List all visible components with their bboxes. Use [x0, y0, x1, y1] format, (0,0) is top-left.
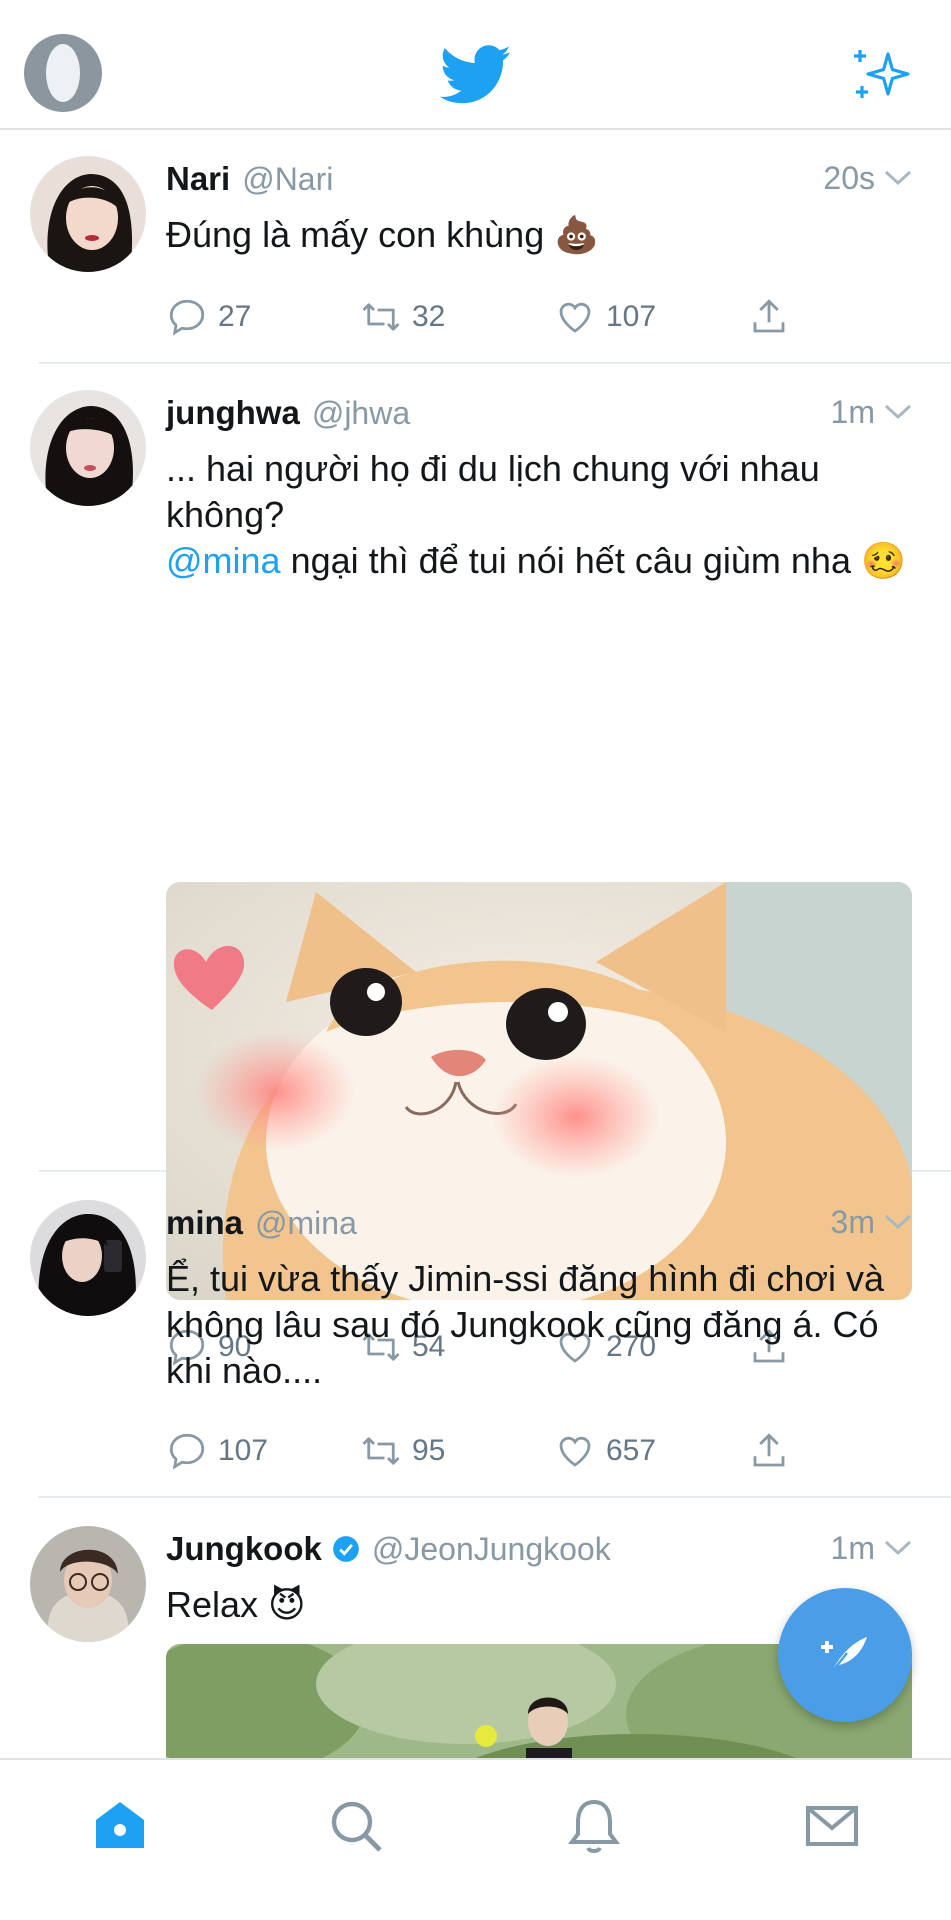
- like-button[interactable]: 657: [554, 1430, 748, 1472]
- tweet-text: Ể, tui vừa thấy Jimin-ssi đăng hình đi c…: [166, 1258, 885, 1391]
- chevron-down-icon[interactable]: [883, 1212, 913, 1232]
- retweet-icon: [362, 303, 400, 331]
- sparkle-icon[interactable]: [852, 46, 912, 102]
- tweet[interactable]: Nari @Nari 20s Đúng là mấy con khùng 💩 2…: [0, 132, 951, 362]
- timestamp: 3m: [830, 1204, 875, 1240]
- share-button[interactable]: [748, 1430, 942, 1472]
- retweet-button[interactable]: 95: [360, 1430, 554, 1472]
- timestamp: 20s: [823, 160, 875, 196]
- handle[interactable]: @mina: [255, 1205, 357, 1242]
- tweet-text: ... hai người họ đi du lịch chung với nh…: [166, 446, 913, 584]
- avatar[interactable]: [30, 1200, 146, 1316]
- chevron-down-icon[interactable]: [883, 402, 913, 422]
- chevron-down-icon[interactable]: [883, 168, 913, 188]
- notifications-icon[interactable]: [564, 1796, 624, 1856]
- display-name[interactable]: Nari: [166, 160, 230, 198]
- reply-button[interactable]: 27: [166, 296, 360, 338]
- reply-button[interactable]: 107: [166, 1430, 360, 1472]
- reply-icon: [169, 299, 205, 336]
- avatar[interactable]: [30, 390, 146, 506]
- reply-count: 27: [218, 300, 252, 333]
- share-icon: [753, 1433, 785, 1467]
- timeline-feed[interactable]: Nari @Nari 20s Đúng là mấy con khùng 💩 2…: [0, 132, 951, 1760]
- display-name[interactable]: Jungkook: [166, 1530, 322, 1568]
- retweet-count: 95: [412, 1434, 446, 1467]
- tweet-actions: 27 32 107: [166, 292, 942, 342]
- heart-icon: [559, 1436, 591, 1467]
- tweet-header: junghwa @jhwa 1m: [166, 390, 913, 436]
- tweet-header: mina @mina 3m: [166, 1200, 913, 1246]
- compose-feather-icon: [821, 1637, 867, 1674]
- reply-count: 107: [218, 1434, 269, 1467]
- top-bar: [0, 0, 951, 130]
- handle[interactable]: @Nari: [242, 161, 333, 198]
- display-name[interactable]: mina: [166, 1204, 243, 1242]
- verified-badge-icon: [333, 1536, 359, 1562]
- avatar[interactable]: [30, 156, 146, 272]
- share-icon: [753, 299, 785, 333]
- share-button[interactable]: [748, 296, 942, 338]
- heart-icon: [559, 302, 591, 333]
- tweet-actions: 107 95 657: [166, 1426, 942, 1476]
- twitter-bird-icon[interactable]: [440, 44, 512, 106]
- chevron-down-icon[interactable]: [883, 1538, 913, 1558]
- display-name[interactable]: junghwa: [166, 394, 300, 432]
- tweet-header: Jungkook @JeonJungkook 1m: [166, 1526, 913, 1572]
- retweet-button[interactable]: 32: [360, 296, 554, 338]
- tweet-text-line: ngại thì để tui nói hết câu giùm nha 🥴: [280, 540, 906, 581]
- messages-icon[interactable]: [802, 1796, 862, 1856]
- tweet-text-line: ... hai người họ đi du lịch chung với nh…: [166, 448, 820, 535]
- tweet-header: Nari @Nari 20s: [166, 156, 913, 202]
- tweet[interactable]: mina @mina 3m Ể, tui vừa thấy Jimin-ssi …: [0, 1172, 951, 1496]
- home-icon[interactable]: [90, 1796, 150, 1856]
- avatar[interactable]: [30, 1526, 146, 1642]
- search-icon[interactable]: [326, 1796, 386, 1856]
- like-button[interactable]: 107: [554, 296, 748, 338]
- tweet-text: Đúng là mấy con khùng 💩: [166, 214, 600, 255]
- timestamp: 1m: [830, 1530, 875, 1566]
- retweet-count: 32: [412, 300, 446, 333]
- profile-avatar[interactable]: [24, 34, 102, 112]
- mention-link[interactable]: @mina: [166, 540, 281, 581]
- tweet[interactable]: junghwa @jhwa 1m ... hai người họ đi du …: [0, 364, 951, 1366]
- handle[interactable]: @JeonJungkook: [372, 1531, 611, 1568]
- timestamp: 1m: [830, 394, 875, 430]
- retweet-icon: [362, 1437, 400, 1465]
- compose-tweet-button[interactable]: [778, 1588, 912, 1722]
- bottom-tab-bar: [0, 1758, 951, 1920]
- like-count: 107: [606, 300, 657, 333]
- like-count: 657: [606, 1434, 657, 1467]
- reply-icon: [169, 1433, 205, 1470]
- handle[interactable]: @jhwa: [312, 395, 410, 432]
